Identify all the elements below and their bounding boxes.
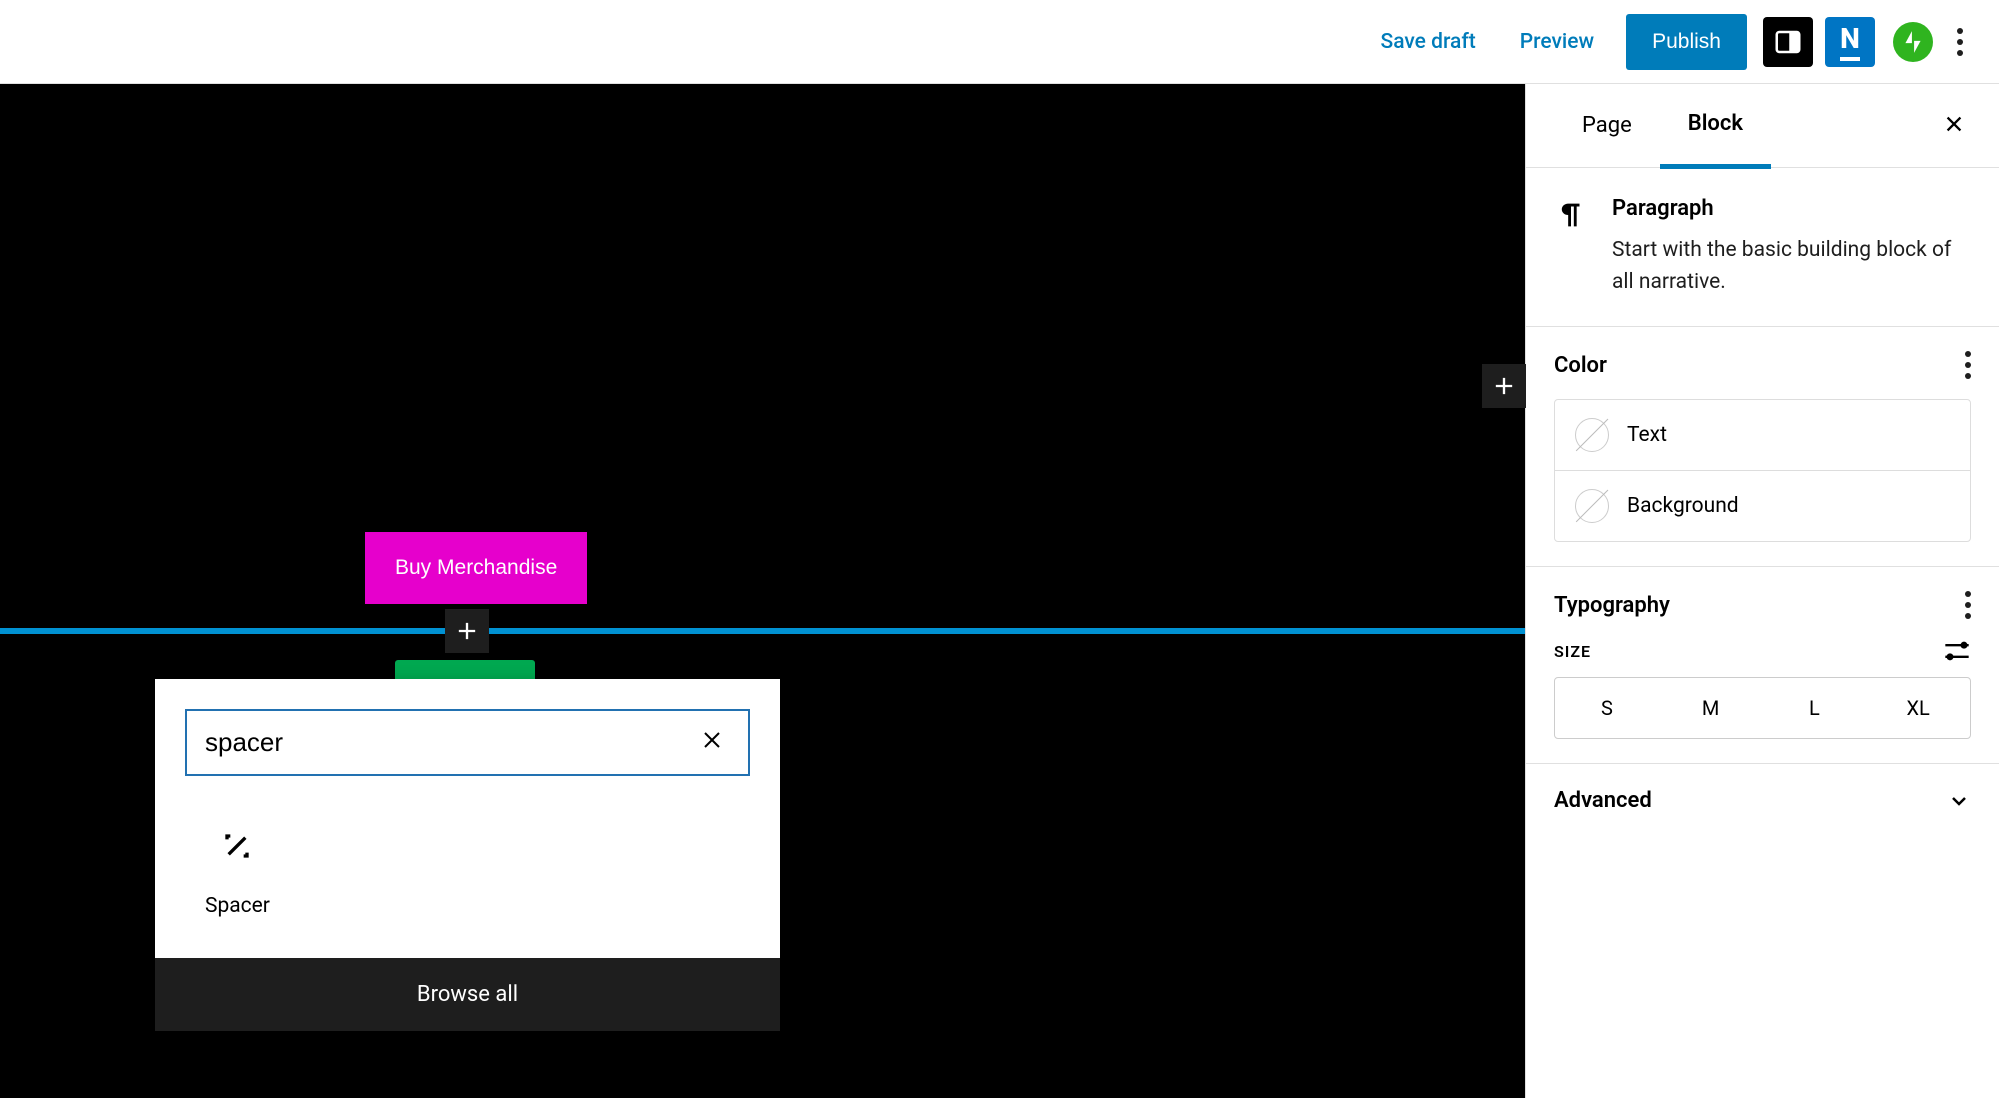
block-inserter-popup: Spacer Browse all xyxy=(155,679,780,1031)
color-options-button[interactable] xyxy=(1965,351,1971,379)
site-logo-letter: N xyxy=(1840,22,1860,61)
dot-icon xyxy=(1965,591,1971,597)
block-insertion-indicator xyxy=(0,628,1525,634)
sidebar-toggle-button[interactable] xyxy=(1763,17,1813,67)
paragraph-icon xyxy=(1554,198,1588,232)
inserter-results: Spacer xyxy=(155,806,780,958)
clear-search-button[interactable] xyxy=(694,725,730,760)
size-s[interactable]: S xyxy=(1555,678,1659,738)
sidebar-tabs: Page Block xyxy=(1526,84,1999,168)
dot-icon xyxy=(1965,602,1971,608)
tab-block[interactable]: Block xyxy=(1660,83,1771,169)
sliders-icon[interactable] xyxy=(1943,639,1971,663)
insert-block-button[interactable] xyxy=(445,609,489,653)
close-sidebar-button[interactable] xyxy=(1937,102,1971,149)
chevron-down-icon xyxy=(1947,789,1971,813)
jetpack-button[interactable] xyxy=(1893,22,1933,62)
panel-icon xyxy=(1773,27,1803,57)
inserter-result-label: Spacer xyxy=(205,894,270,918)
color-heading: Color xyxy=(1554,353,1607,378)
dot-icon xyxy=(1957,39,1963,45)
buy-merchandise-button[interactable]: Buy Merchandise xyxy=(365,532,587,604)
dot-icon xyxy=(1965,373,1971,379)
color-list: Text Background xyxy=(1554,399,1971,542)
more-options-button[interactable] xyxy=(1945,12,1975,72)
add-block-side-button[interactable] xyxy=(1482,364,1526,408)
block-header: Paragraph Start with the basic building … xyxy=(1526,168,1999,326)
close-icon xyxy=(700,728,724,752)
spacer-icon xyxy=(217,826,257,866)
size-m[interactable]: M xyxy=(1659,678,1763,738)
dot-icon xyxy=(1965,613,1971,619)
block-title: Paragraph xyxy=(1612,196,1971,221)
color-background-label: Background xyxy=(1627,494,1739,518)
inserter-result-spacer[interactable]: Spacer xyxy=(195,816,280,928)
dot-icon xyxy=(1965,362,1971,368)
size-label: SIZE xyxy=(1554,642,1591,661)
jetpack-icon xyxy=(1900,29,1926,55)
search-input[interactable] xyxy=(205,727,694,758)
size-xl[interactable]: XL xyxy=(1866,678,1970,738)
save-draft-link[interactable]: Save draft xyxy=(1359,30,1498,54)
size-l[interactable]: L xyxy=(1763,678,1867,738)
dot-icon xyxy=(1957,28,1963,34)
advanced-heading: Advanced xyxy=(1554,788,1652,813)
color-text-label: Text xyxy=(1627,423,1667,447)
dot-icon xyxy=(1965,351,1971,357)
color-swatch-empty xyxy=(1575,489,1609,523)
color-text-row[interactable]: Text xyxy=(1555,400,1970,470)
preview-link[interactable]: Preview xyxy=(1498,30,1616,54)
browse-all-button[interactable]: Browse all xyxy=(155,958,780,1031)
font-size-selector: S M L XL xyxy=(1554,677,1971,739)
inserter-search-field[interactable] xyxy=(185,709,750,776)
site-logo-button[interactable]: N xyxy=(1825,17,1875,67)
color-swatch-empty xyxy=(1575,418,1609,452)
block-description: Start with the basic building block of a… xyxy=(1612,235,1971,298)
advanced-section[interactable]: Advanced xyxy=(1526,763,1999,837)
color-section: Color Text Background xyxy=(1526,326,1999,566)
tab-page[interactable]: Page xyxy=(1554,85,1660,166)
dot-icon xyxy=(1957,50,1963,56)
plus-icon xyxy=(1490,372,1518,400)
typography-options-button[interactable] xyxy=(1965,591,1971,619)
typography-section: Typography SIZE S M L xyxy=(1526,566,1999,763)
close-icon xyxy=(1943,113,1965,135)
top-bar: Save draft Preview Publish N xyxy=(0,0,1999,84)
publish-button[interactable]: Publish xyxy=(1626,14,1747,70)
editor-canvas[interactable]: Buy Merchandise xyxy=(0,84,1525,1098)
typography-heading: Typography xyxy=(1554,593,1670,618)
settings-sidebar: Page Block Paragraph Start with the basi… xyxy=(1525,84,1999,1098)
workspace: Buy Merchandise xyxy=(0,84,1999,1098)
color-background-row[interactable]: Background xyxy=(1555,470,1970,541)
plus-icon xyxy=(453,617,481,645)
